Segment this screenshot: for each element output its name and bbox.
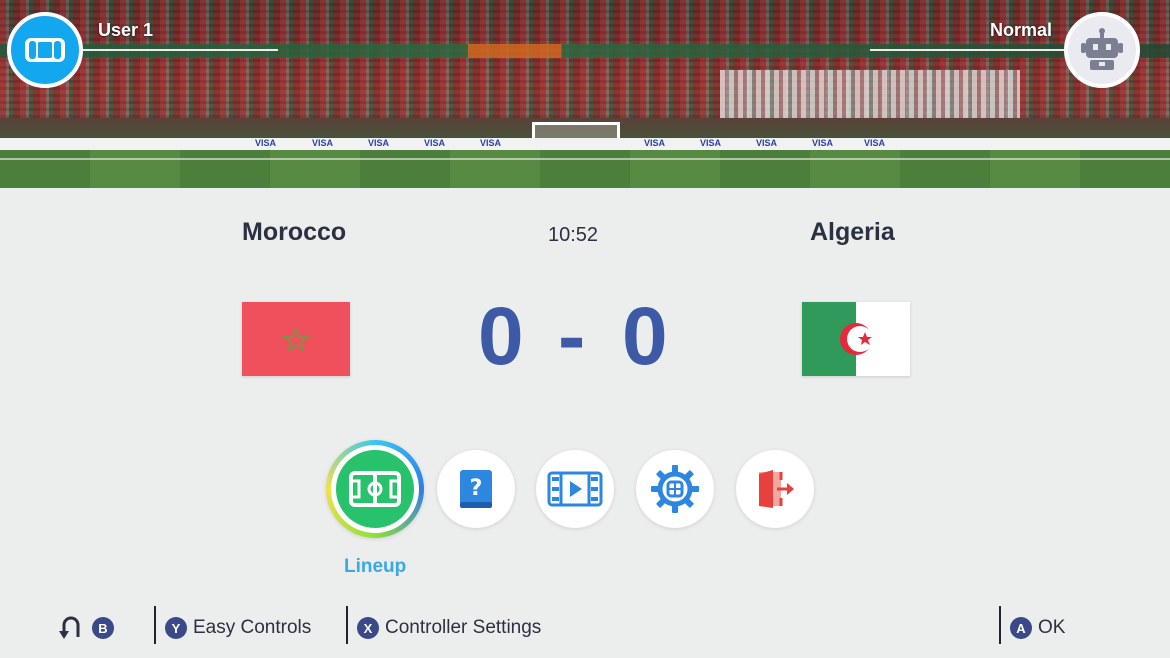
controller-settings-control[interactable]: X Controller Settings [357, 612, 541, 644]
a-button-glyph: A [1010, 617, 1032, 639]
lineup-button-fill [336, 450, 414, 528]
player-header: User 1 Normal [0, 0, 1170, 100]
replay-button[interactable] [536, 450, 614, 528]
match-clock: 10:52 [548, 224, 599, 246]
quit-button[interactable] [736, 450, 814, 528]
algeria-flag [802, 302, 910, 376]
footer-divider [154, 606, 156, 644]
x-button-glyph: X [357, 617, 379, 639]
back-arrow-icon [59, 616, 80, 639]
ad-text: VISA [255, 138, 277, 148]
b-button-glyph: B [92, 617, 114, 639]
svg-text:?: ? [470, 476, 483, 501]
robot-icon [1081, 28, 1123, 70]
back-control[interactable]: B [58, 612, 114, 644]
ad-text: VISA [312, 138, 334, 148]
player-left-underline [82, 49, 278, 51]
ok-label: OK [1038, 617, 1066, 638]
score-separator: - [558, 291, 586, 382]
player-right-avatar [1064, 12, 1140, 88]
controller-settings-label: Controller Settings [385, 617, 542, 638]
pitch-icon [349, 471, 401, 507]
home-score: 0 [478, 291, 524, 382]
footer-divider [999, 606, 1001, 644]
lineup-button[interactable] [326, 440, 424, 538]
away-score: 0 [622, 291, 668, 382]
ad-text: VISA [756, 138, 778, 148]
ad-text: VISA [480, 138, 502, 148]
ad-text: VISA [700, 138, 722, 148]
easy-controls-control[interactable]: Y Easy Controls [165, 612, 311, 644]
ad-text: VISA [368, 138, 390, 148]
gear-icon [651, 465, 699, 513]
ok-control[interactable]: A OK [1010, 612, 1065, 644]
home-team-name: Morocco [242, 218, 347, 246]
player-right-underline [870, 49, 1066, 51]
pitch [0, 150, 1170, 188]
question-book-icon: ? [460, 470, 492, 508]
easy-controls-label: Easy Controls [193, 617, 312, 638]
player-right-name: Normal [989, 20, 1052, 40]
ad-text: VISA [424, 138, 446, 148]
film-play-icon [547, 471, 603, 507]
footer-divider [346, 606, 348, 644]
settings-button[interactable] [636, 450, 714, 528]
exit-door-icon [759, 470, 794, 508]
ad-board: VISA VISA VISA VISA VISA VISA VISA VISA … [0, 138, 1170, 150]
player-left-name: User 1 [98, 20, 154, 40]
player-left-avatar [7, 12, 83, 88]
selected-menu-label: Lineup [344, 556, 407, 577]
morocco-flag [242, 302, 350, 376]
away-team-name: Algeria [810, 218, 895, 246]
pitch-line [0, 158, 1170, 160]
ad-text: VISA [864, 138, 886, 148]
help-button[interactable]: ? [437, 450, 515, 528]
y-button-glyph: Y [165, 617, 187, 639]
ad-text: VISA [644, 138, 666, 148]
handheld-console-icon [25, 38, 65, 62]
ad-text: VISA [812, 138, 834, 148]
